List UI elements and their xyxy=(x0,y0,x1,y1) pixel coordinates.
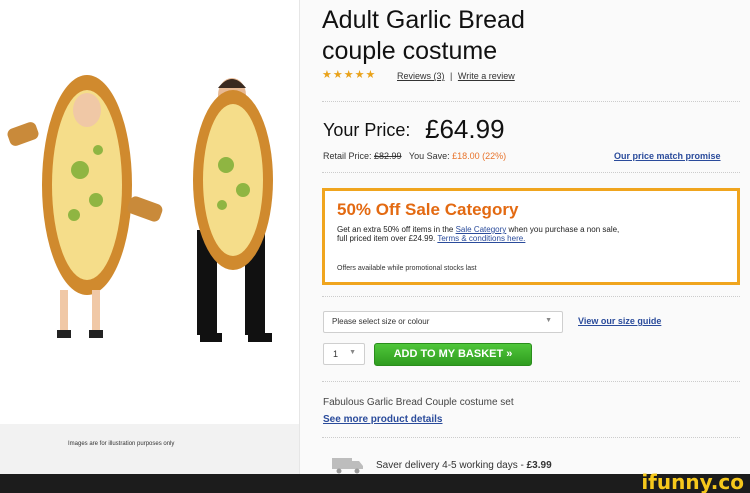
size-select[interactable]: Please select size or colour ▼ xyxy=(323,311,563,333)
your-price-label: Your Price: xyxy=(323,120,411,140)
retail-price-label: Retail Price: xyxy=(323,151,372,161)
product-description: Fabulous Garlic Bread Couple costume set xyxy=(323,397,514,408)
sale-text-1: Get an extra 50% off items in the xyxy=(337,225,456,234)
size-select-value: Please select size or colour xyxy=(332,317,430,326)
quantity-value: 1 xyxy=(333,349,339,359)
male-garlic-bread-costume xyxy=(193,78,273,342)
terms-link[interactable]: Terms & conditions here. xyxy=(437,234,525,243)
product-title: Adult Garlic Bread couple costume xyxy=(322,6,525,65)
delivery-info: Saver delivery 4-5 working days - £3.99 xyxy=(376,460,552,471)
chevron-down-icon: ▼ xyxy=(349,349,356,356)
divider xyxy=(322,381,740,382)
delivery-truck-icon xyxy=(332,458,363,474)
size-guide-link[interactable]: View our size guide xyxy=(578,316,661,326)
star-icon: ★ xyxy=(332,69,343,81)
retail-price-value: £82.99 xyxy=(374,151,402,161)
retail-price-line: Retail Price: £82.99 You Save: £18.00 (2… xyxy=(323,151,506,161)
see-more-details-link[interactable]: See more product details xyxy=(323,414,442,425)
save-label: You Save: xyxy=(408,151,450,161)
delivery-price: £3.99 xyxy=(526,460,552,471)
rating-stars: ★ ★ ★ ★ ★ xyxy=(322,70,375,81)
reviews-separator: | xyxy=(450,71,453,81)
ifunny-watermark: ifunny.co xyxy=(641,470,744,493)
female-garlic-bread-costume xyxy=(7,75,163,338)
product-photo[interactable] xyxy=(0,0,300,424)
image-caption: Images are for illustration purposes onl… xyxy=(68,441,175,447)
footer-bar xyxy=(0,474,750,493)
star-icon: ★ xyxy=(322,69,332,81)
divider xyxy=(322,437,740,438)
add-to-basket-button[interactable]: ADD TO MY BASKET » xyxy=(374,343,532,366)
caption-strip xyxy=(0,424,300,474)
divider xyxy=(322,296,740,297)
save-value: £18.00 (22%) xyxy=(452,151,507,161)
star-icon: ★ xyxy=(354,69,365,81)
star-icon: ★ xyxy=(343,69,354,81)
sale-text: Get an extra 50% off items in the Sale C… xyxy=(337,225,627,243)
chevron-down-icon: ▼ xyxy=(545,317,552,324)
sale-note: Offers available while promotional stock… xyxy=(337,265,477,272)
star-icon: ★ xyxy=(365,69,376,81)
your-price-value: £64.99 xyxy=(425,114,505,144)
quantity-select[interactable]: 1 ▼ xyxy=(323,343,365,365)
divider xyxy=(322,172,740,173)
write-review-link[interactable]: Write a review xyxy=(458,71,515,81)
reviews-link[interactable]: Reviews (3) xyxy=(397,71,445,81)
sale-category-link[interactable]: Sale Category xyxy=(456,225,507,234)
sale-title: 50% Off Sale Category xyxy=(337,200,519,219)
divider xyxy=(322,101,740,102)
sale-promo-box: 50% Off Sale Category Get an extra 50% o… xyxy=(322,188,740,285)
delivery-text: Saver delivery 4-5 working days - xyxy=(376,460,527,471)
price-match-promise-link[interactable]: Our price match promise xyxy=(614,151,721,161)
reviews-links: Reviews (3) | Write a review xyxy=(397,71,515,81)
product-image-panel: Images are for illustration purposes onl… xyxy=(0,0,300,474)
